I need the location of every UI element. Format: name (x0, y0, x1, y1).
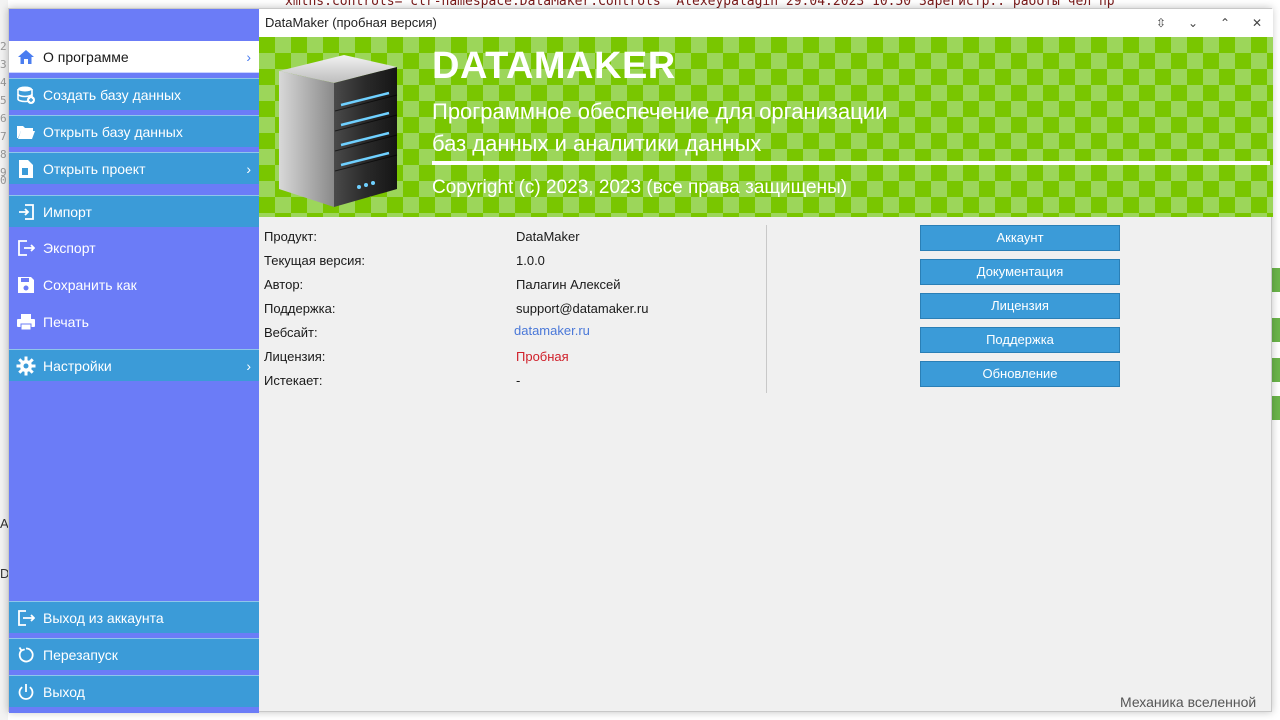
info-label-author: Автор: (264, 277, 304, 292)
account-button[interactable]: Аккаунт (920, 225, 1120, 251)
info-value-expires: - (516, 373, 521, 388)
line-number: 7 (0, 130, 7, 143)
sidebar-item-import[interactable]: Импорт (9, 195, 259, 227)
line-number: 3 (0, 58, 7, 71)
banner-subtitle-line2: баз данных и аналитики данных (432, 131, 762, 156)
info-label-website: Вебсайт: (264, 325, 318, 340)
gear-icon (15, 355, 37, 377)
restore-icon[interactable]: ⇳ (1149, 13, 1173, 33)
logout-icon (15, 607, 37, 629)
import-icon (15, 201, 37, 223)
info-value-author: Палагин Алексей (516, 277, 621, 292)
export-icon (15, 237, 37, 259)
save-icon (15, 274, 37, 296)
line-number: 0 (0, 174, 7, 187)
sidebar-item-label: Экспорт (43, 240, 96, 256)
line-number: 4 (0, 76, 7, 89)
sidebar-item-settings[interactable]: Настройки › (9, 349, 259, 381)
banner-copyright: Copyright (c) 2023, 2023 (все права защи… (432, 177, 848, 198)
update-button[interactable]: Обновление (920, 361, 1120, 387)
sidebar-item-exit[interactable]: Выход (9, 675, 259, 707)
info-value-product: DataMaker (516, 229, 580, 244)
sidebar-item-export[interactable]: Экспорт (9, 232, 259, 264)
sidebar-item-label: Импорт (43, 203, 92, 220)
sidebar-item-logout[interactable]: Выход из аккаунта (9, 601, 259, 633)
project-file-icon (15, 158, 37, 180)
restart-icon (15, 644, 37, 666)
info-label-support: Поддержка: (264, 301, 336, 316)
sidebar-item-label: Перезапуск (43, 646, 118, 663)
sidebar-item-save-as[interactable]: Сохранить как (9, 269, 259, 301)
product-banner: DATAMAKER Программное обеспечение для ор… (259, 37, 1273, 217)
sidebar-item-open-database[interactable]: Открыть базу данных (9, 115, 259, 147)
line-number: 6 (0, 112, 7, 125)
info-label-product: Продукт: (264, 229, 318, 244)
sidebar-item-label: Открыть проект (43, 160, 146, 177)
sidebar-item-open-project[interactable]: Открыть проект › (9, 152, 259, 184)
folder-open-icon (15, 121, 37, 143)
sidebar-item-label: Создать базу данных (43, 86, 182, 103)
chevron-right-icon: › (246, 49, 251, 65)
titlebar: DataMaker (пробная версия) ⇳ ⌄ ⌃ ✕ (259, 9, 1273, 37)
sidebar-item-label: О программе (43, 48, 129, 65)
sidebar-item-create-database[interactable]: Создать базу данных (9, 78, 259, 110)
sidebar: О программе › Создать базу данных Открыт… (9, 9, 259, 713)
background-footer-text: Механика вселенной (1120, 694, 1257, 710)
chevron-right-icon: › (246, 358, 251, 374)
sidebar-item-label: Сохранить как (43, 277, 137, 293)
info-value-license: Пробная (516, 349, 569, 364)
info-label-license: Лицензия: (264, 349, 326, 364)
info-label-version: Текущая версия: (264, 253, 365, 268)
printer-icon (15, 311, 37, 333)
close-icon[interactable]: ✕ (1245, 13, 1269, 33)
support-button[interactable]: Поддержка (920, 327, 1120, 353)
line-number: 8 (0, 148, 7, 161)
info-label-expires: Истекает: (264, 373, 323, 388)
line-number: 2 (0, 40, 7, 53)
power-icon (15, 681, 37, 703)
sidebar-item-label: Настройки (43, 357, 112, 374)
background-right-strip (1272, 0, 1280, 720)
line-number: 5 (0, 94, 7, 107)
window-title: DataMaker (пробная версия) (265, 15, 437, 30)
sidebar-item-label: Печать (43, 314, 89, 330)
license-button[interactable]: Лицензия (920, 293, 1120, 319)
editor-gutter: 2 3 4 5 6 7 8 9 0 (0, 0, 8, 720)
banner-divider (432, 161, 1270, 165)
info-value-support-email[interactable]: support@datamaker.ru (516, 301, 648, 316)
sidebar-item-label: Выход (43, 683, 85, 700)
website-link[interactable]: datamaker.ru (514, 323, 590, 338)
chevron-up-icon[interactable]: ⌃ (1213, 13, 1237, 33)
chevron-right-icon: › (246, 161, 251, 177)
sidebar-item-label: Открыть базу данных (43, 123, 183, 140)
datamaker-window: О программе › Создать базу данных Открыт… (8, 8, 1273, 713)
home-icon (15, 46, 37, 68)
database-add-icon (15, 84, 37, 106)
banner-title: DATAMAKER (432, 45, 676, 87)
sidebar-item-label: Выход из аккаунта (43, 609, 164, 626)
sidebar-item-print[interactable]: Печать (9, 306, 259, 338)
server-logo (269, 49, 409, 212)
documentation-button[interactable]: Документация (920, 259, 1120, 285)
info-divider (766, 225, 767, 393)
sidebar-item-restart[interactable]: Перезапуск (9, 638, 259, 670)
chevron-down-icon[interactable]: ⌄ (1181, 13, 1205, 33)
info-value-version: 1.0.0 (516, 253, 545, 268)
sidebar-item-about[interactable]: О программе › (9, 41, 259, 73)
banner-subtitle-line1: Программное обеспечение для организации (432, 99, 888, 124)
